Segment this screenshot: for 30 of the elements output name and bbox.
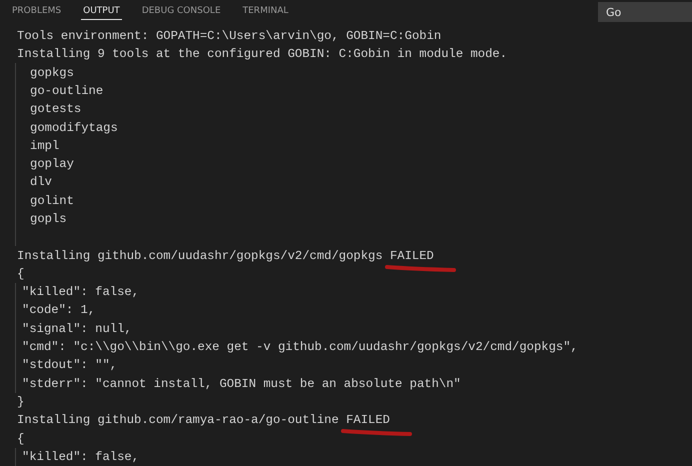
output-line: {: [17, 432, 24, 446]
output-line: gotests: [30, 102, 82, 116]
output-line: gomodifytags: [30, 120, 118, 134]
panel-tab[interactable]: TERMINAL: [240, 4, 290, 20]
output-line: Installing github.com/uudashr/gopkgs/v2/cmd/gopkgs: [17, 248, 383, 263]
output-line: "stdout": "",: [22, 358, 118, 372]
output-line: golint: [30, 194, 74, 208]
output-line: gopls: [30, 212, 67, 226]
output-line: "killed": false,: [22, 450, 140, 464]
output-line: gopkgs: [30, 66, 74, 80]
panel-tab[interactable]: DEBUG CONSOLE: [140, 4, 223, 20]
output-line: Tools environment: GOPATH=C:\Users\arvin\go, GOBIN=C:Gobin: [17, 29, 442, 44]
output-line: }: [17, 394, 24, 409]
panel-tab[interactable]: PROBLEMS: [10, 4, 64, 20]
output-channel-dropdown[interactable]: Go: [598, 2, 692, 22]
output-line: goplay: [30, 157, 74, 172]
output-line: Installing github.com/ramya-rao-a/go-outline: [17, 413, 339, 428]
output-line: "killed": false,: [22, 285, 140, 300]
output-line: "signal": null,: [22, 322, 132, 336]
failed-status: FAILED: [346, 413, 390, 428]
output-line: {: [17, 266, 24, 281]
output-line: impl: [30, 138, 60, 153]
output-line: go-outline: [30, 84, 104, 98]
output-line: "stderr": "cannot install, GOBIN must be an absolute path\n": [22, 376, 461, 391]
output-line: dlv: [30, 175, 52, 190]
output-line: "code": 1,: [22, 303, 96, 318]
output-line: Installing 9 tools at the configured GOBIN: C:Gobin in module mode.: [17, 47, 508, 62]
failed-status: FAILED: [390, 248, 434, 263]
panel-tab[interactable]: OUTPUT: [81, 4, 122, 20]
output-line: "cmd": "c:\\go\\bin\\go.exe get -v github.com/uudashr/gopkgs/v2/cmd/gopkgs",: [22, 340, 578, 354]
